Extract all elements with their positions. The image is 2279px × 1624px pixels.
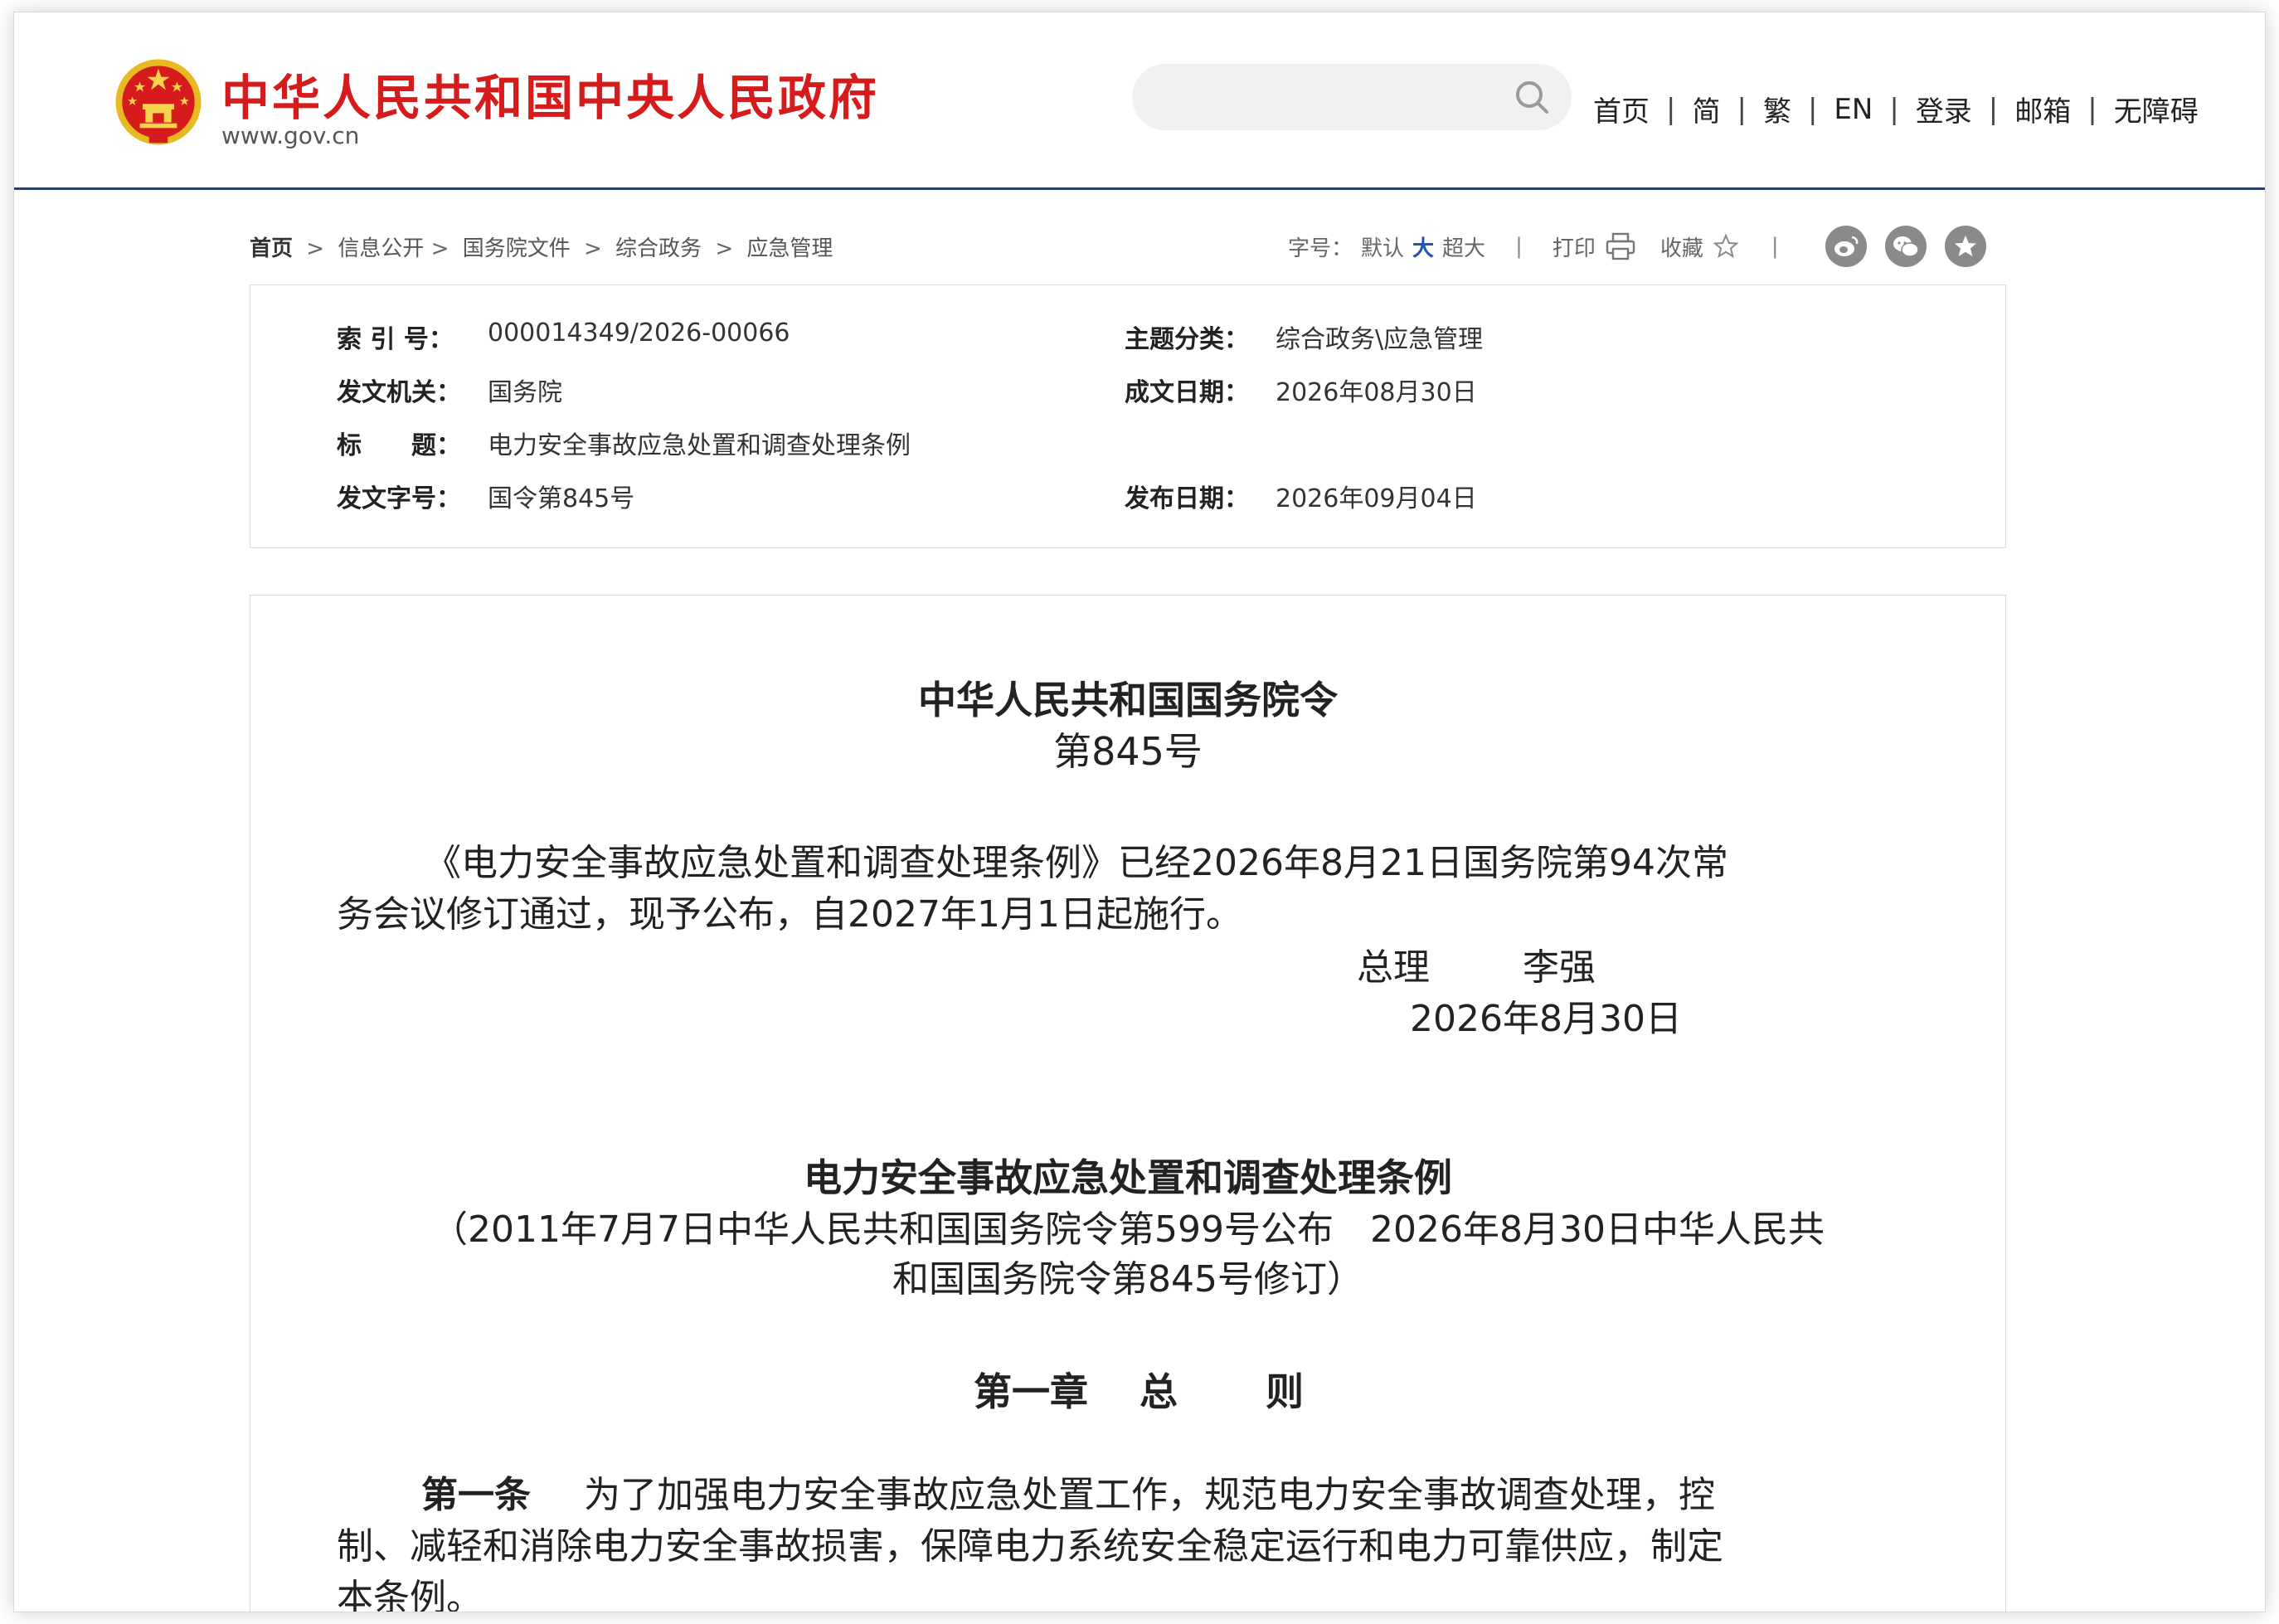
- meta-topic-value: 综合政务\应急管理: [1276, 325, 1484, 354]
- font-size-large[interactable]: 大: [1412, 231, 1434, 262]
- star-outline-icon: [1713, 234, 1738, 259]
- article-1-line-2: 制、减轻和消除电力安全事故损害，保障电力系统安全稳定运行和电力可靠供应，制定: [337, 1525, 1723, 1568]
- chapter-name-char-1: 总: [1140, 1369, 1178, 1414]
- signer-title: 总理: [1357, 946, 1430, 989]
- decree-number: 第845号: [1053, 729, 1203, 774]
- nav-mail[interactable]: 邮箱: [2014, 89, 2071, 129]
- site-header: 中华人民共和国中央人民政府 www.gov.cn 首页 | 简 | 繁 | EN…: [14, 12, 2265, 190]
- site-url[interactable]: www.gov.cn: [221, 122, 359, 149]
- tools-separator: |: [1515, 234, 1523, 259]
- meta-topic-key: 主题分类：: [1125, 325, 1249, 354]
- decree-title: 中华人民共和国国务院令: [918, 678, 1338, 722]
- decree-body-line-2: 务会议修订通过，现予公布，自2027年1月1日起施行。: [337, 893, 1242, 936]
- nav-separator: |: [1666, 92, 1676, 126]
- meta-docno-value: 国令第845号: [488, 484, 635, 513]
- meta-title-key: 标 题：: [337, 431, 461, 460]
- nav-separator: |: [1889, 92, 1899, 126]
- breadcrumb-item-emergency-mgmt[interactable]: 应急管理: [746, 236, 833, 261]
- nav-separator: |: [1807, 92, 1818, 126]
- nav-traditional[interactable]: 繁: [1763, 89, 1791, 129]
- breadcrumb-separator: >: [430, 236, 449, 261]
- national-emblem-icon[interactable]: [112, 56, 205, 148]
- print-label: 打印: [1552, 236, 1596, 261]
- favorite-button[interactable]: 收藏: [1660, 231, 1738, 262]
- breadcrumb-separator: >: [583, 236, 602, 261]
- decree-body-line-1: 《电力安全事故应急处置和调查处理条例》已经2026年8月21日国务院第94次常: [425, 842, 1728, 884]
- meta-issuer-key: 发文机关：: [337, 378, 461, 407]
- breadcrumb-home[interactable]: 首页: [250, 236, 293, 261]
- breadcrumb-item-info-public[interactable]: 信息公开: [338, 236, 424, 261]
- sign-date: 2026年8月30日: [1410, 998, 1682, 1040]
- breadcrumb-separator: >: [715, 236, 734, 261]
- top-nav: 首页 | 简 | 繁 | EN | 登录 | 邮箱 | 无障碍: [1593, 89, 2199, 129]
- search-icon[interactable]: [1512, 77, 1553, 119]
- meta-written-key: 成文日期：: [1125, 378, 1249, 407]
- printer-icon: [1606, 232, 1635, 260]
- meta-written-value: 2026年08月30日: [1276, 378, 1477, 407]
- browser-page: 中华人民共和国中央人民政府 www.gov.cn 首页 | 简 | 繁 | EN…: [13, 12, 2266, 1612]
- regulation-title: 电力安全事故应急处置和调查处理条例: [804, 1155, 1452, 1200]
- nav-separator: |: [1988, 92, 1999, 126]
- nav-separator: |: [1737, 92, 1747, 126]
- signer-name: 李强: [1523, 946, 1596, 989]
- regulation-note-line-1: （2011年7月7日中华人民共和国国务院令第599号公布 2026年8月30日中…: [431, 1208, 1825, 1251]
- regulation-note-line-2: 和国国务院令第845号修订）: [892, 1258, 1363, 1301]
- search-input[interactable]: [1165, 75, 1497, 119]
- meta-index-value: 000014349/2026-00066: [488, 318, 790, 348]
- font-size-default[interactable]: 默认: [1361, 231, 1404, 262]
- nav-accessibility[interactable]: 无障碍: [2114, 89, 2199, 129]
- breadcrumb-item-general-affairs[interactable]: 综合政务: [615, 236, 702, 261]
- article-tools: 字号： 默认 大 超大 | 打印 收藏 |: [1288, 221, 1986, 271]
- tools-separator: |: [1771, 234, 1779, 259]
- search-box[interactable]: [1132, 64, 1572, 130]
- article-body: 中华人民共和国国务院令 第845号 《电力安全事故应急处置和调查处理条例》已经2…: [250, 595, 2006, 1612]
- article-1-line-1: 第一条 为了加强电力安全事故应急处置工作，规范电力安全事故调查处理，控: [421, 1465, 1715, 1518]
- document-metadata: 索 引 号： 000014349/2026-00066 主题分类： 综合政务\应…: [250, 284, 2006, 548]
- article-1-text-1: 为了加强电力安全事故应急处置工作，规范电力安全事故调查处理，控: [584, 1474, 1715, 1516]
- font-size-label: 字号：: [1288, 236, 1353, 261]
- meta-published-value: 2026年09月04日: [1276, 484, 1477, 513]
- print-button[interactable]: 打印: [1553, 231, 1635, 262]
- chapter-name-char-2: 则: [1266, 1369, 1304, 1414]
- meta-published-key: 发布日期：: [1125, 484, 1249, 513]
- chapter-number: 第一章: [974, 1369, 1088, 1414]
- breadcrumb-separator: >: [306, 236, 325, 261]
- nav-separator: |: [2087, 92, 2097, 126]
- favorite-label: 收藏: [1659, 236, 1703, 261]
- article-1-line-3: 本条例。: [337, 1577, 483, 1612]
- breadcrumb-item-state-council-docs[interactable]: 国务院文件: [463, 236, 571, 261]
- meta-issuer-value: 国务院: [488, 378, 562, 407]
- star-circle-icon[interactable]: [1944, 226, 1986, 267]
- weibo-icon[interactable]: [1825, 226, 1867, 267]
- nav-home[interactable]: 首页: [1593, 89, 1650, 129]
- share-icons: [1807, 226, 1986, 267]
- breadcrumb: 首页 > 信息公开 > 国务院文件 > 综合政务 > 应急管理: [250, 231, 833, 262]
- article-1-label: 第一条: [421, 1474, 531, 1516]
- nav-simplified[interactable]: 简: [1692, 89, 1720, 129]
- nav-login[interactable]: 登录: [1916, 89, 1972, 129]
- wechat-icon[interactable]: [1884, 226, 1927, 267]
- meta-docno-key: 发文字号：: [337, 484, 461, 513]
- font-size-xlarge[interactable]: 超大: [1442, 231, 1485, 262]
- meta-title-value: 电力安全事故应急处置和调查处理条例: [488, 431, 911, 460]
- meta-index-key: 索 引 号：: [337, 325, 454, 354]
- site-title[interactable]: 中华人民共和国中央人民政府: [221, 59, 879, 129]
- nav-english[interactable]: EN: [1834, 93, 1873, 126]
